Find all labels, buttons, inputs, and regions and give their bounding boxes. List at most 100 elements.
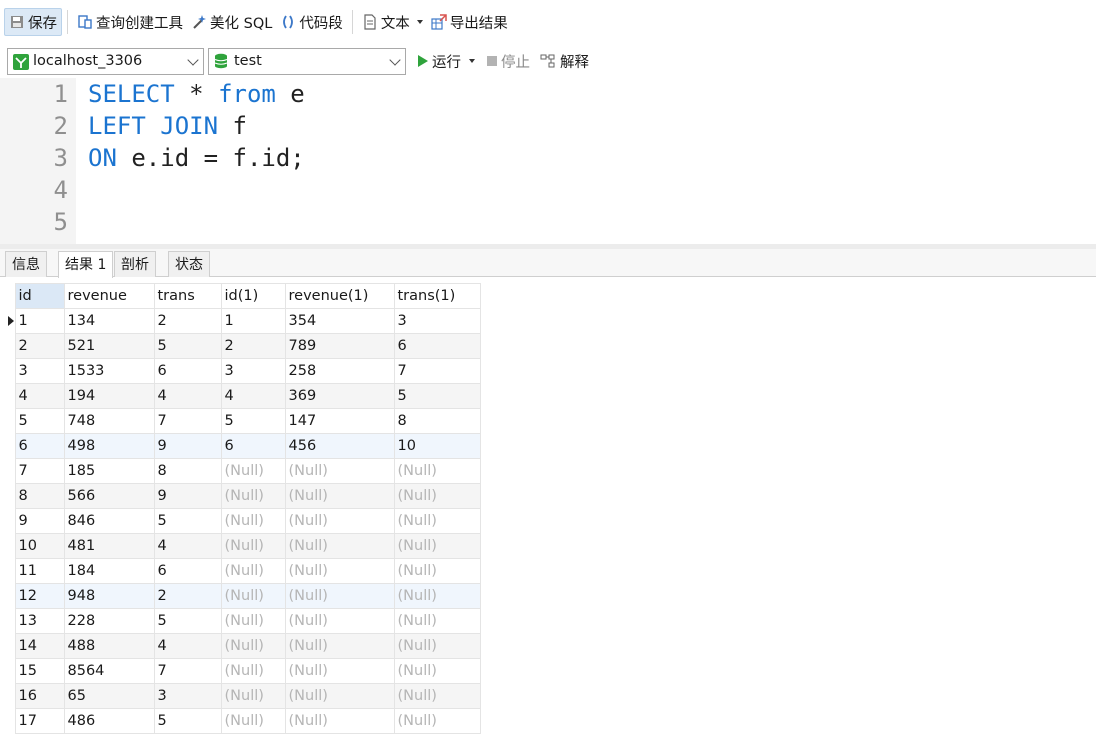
table-row[interactable]: 5 748 7 5 147 8 — [5, 408, 481, 434]
editor-line[interactable]: 5 — [0, 206, 1096, 238]
table-cell[interactable]: 1 — [220, 308, 286, 334]
table-cell[interactable]: 7 — [14, 458, 65, 484]
table-cell[interactable]: (Null) — [393, 533, 481, 559]
table-cell[interactable]: 6 — [14, 433, 65, 459]
table-cell[interactable]: 498 — [63, 433, 155, 459]
table-cell[interactable]: 488 — [63, 633, 155, 659]
editor-line[interactable]: 4 — [0, 174, 1096, 206]
table-cell[interactable]: 6 — [153, 558, 222, 584]
table-cell[interactable]: 3 — [393, 308, 481, 334]
table-cell[interactable]: 481 — [63, 533, 155, 559]
table-cell[interactable]: (Null) — [284, 533, 395, 559]
table-cell[interactable]: 2 — [153, 308, 222, 334]
code-snippet-button[interactable]: 代码段 — [276, 8, 347, 36]
table-cell[interactable]: 7 — [153, 408, 222, 434]
text-button[interactable]: 文本 — [358, 8, 427, 36]
table-cell[interactable]: (Null) — [393, 483, 481, 509]
table-cell[interactable]: (Null) — [284, 508, 395, 534]
table-cell[interactable]: 6 — [220, 433, 286, 459]
table-cell[interactable]: (Null) — [284, 708, 395, 734]
table-cell[interactable]: 948 — [63, 583, 155, 609]
table-row[interactable]: 2 521 5 2 789 6 — [5, 333, 481, 359]
database-select[interactable]: test — [208, 47, 406, 75]
table-cell[interactable]: 5 — [153, 608, 222, 634]
table-cell[interactable]: (Null) — [393, 683, 481, 709]
table-cell[interactable]: 5 — [153, 508, 222, 534]
table-cell[interactable]: 846 — [63, 508, 155, 534]
connection-select[interactable]: localhost_3306 — [7, 47, 204, 75]
table-cell[interactable]: (Null) — [284, 583, 395, 609]
table-cell[interactable]: 566 — [63, 483, 155, 509]
tab-status[interactable]: 状态 — [168, 251, 210, 277]
table-cell[interactable]: 521 — [63, 333, 155, 359]
table-cell[interactable]: (Null) — [284, 658, 395, 684]
table-cell[interactable]: (Null) — [393, 608, 481, 634]
table-cell[interactable]: (Null) — [220, 458, 286, 484]
table-row[interactable]: 1 134 2 1 354 3 — [5, 308, 481, 334]
table-cell[interactable]: (Null) — [220, 583, 286, 609]
run-button[interactable]: 运行 — [418, 51, 475, 72]
table-cell[interactable]: 228 — [63, 608, 155, 634]
tab-info[interactable]: 信息 — [5, 251, 47, 277]
save-button[interactable]: 保存 — [4, 8, 62, 36]
table-cell[interactable]: (Null) — [393, 458, 481, 484]
table-row[interactable]: 12 948 2 (Null) (Null) (Null) — [5, 583, 481, 609]
table-cell[interactable]: 16 — [14, 683, 65, 709]
table-cell[interactable]: 789 — [284, 333, 395, 359]
table-row[interactable]: 14 488 4 (Null) (Null) (Null) — [5, 633, 481, 659]
table-cell[interactable]: 7 — [393, 358, 481, 384]
table-cell[interactable]: 13 — [14, 608, 65, 634]
table-cell[interactable]: 4 — [153, 633, 222, 659]
table-cell[interactable]: 5 — [153, 333, 222, 359]
table-cell[interactable]: 7 — [153, 658, 222, 684]
table-row[interactable]: 3 1533 6 3 258 7 — [5, 358, 481, 384]
table-cell[interactable]: 748 — [63, 408, 155, 434]
table-row[interactable]: 10 481 4 (Null) (Null) (Null) — [5, 533, 481, 559]
table-cell[interactable]: 1 — [14, 308, 65, 334]
tab-profile[interactable]: 剖析 — [114, 251, 156, 277]
table-cell[interactable]: 2 — [153, 583, 222, 609]
column-header[interactable]: trans — [153, 283, 222, 309]
explain-button[interactable]: 解释 — [540, 51, 589, 72]
table-cell[interactable]: (Null) — [220, 508, 286, 534]
table-cell[interactable]: 9 — [153, 433, 222, 459]
column-header[interactable]: id(1) — [220, 283, 286, 309]
table-cell[interactable]: 10 — [393, 433, 481, 459]
table-cell[interactable]: 8564 — [63, 658, 155, 684]
table-cell[interactable]: 1533 — [63, 358, 155, 384]
table-cell[interactable]: (Null) — [393, 583, 481, 609]
table-cell[interactable]: (Null) — [284, 558, 395, 584]
table-cell[interactable]: 14 — [14, 633, 65, 659]
table-cell[interactable]: 17 — [14, 708, 65, 734]
table-cell[interactable]: (Null) — [393, 658, 481, 684]
table-cell[interactable]: 65 — [63, 683, 155, 709]
table-cell[interactable]: 3 — [14, 358, 65, 384]
export-results-button[interactable]: 导出结果 — [427, 8, 512, 36]
table-cell[interactable]: 4 — [14, 383, 65, 409]
table-cell[interactable]: 258 — [284, 358, 395, 384]
table-cell[interactable]: (Null) — [220, 558, 286, 584]
table-cell[interactable]: 185 — [63, 458, 155, 484]
table-cell[interactable]: 184 — [63, 558, 155, 584]
table-cell[interactable]: 15 — [14, 658, 65, 684]
table-cell[interactable]: 486 — [63, 708, 155, 734]
table-cell[interactable]: (Null) — [284, 683, 395, 709]
table-cell[interactable]: (Null) — [220, 633, 286, 659]
editor-line[interactable]: 1 SELECT * from e — [0, 78, 1096, 110]
table-cell[interactable]: 5 — [393, 383, 481, 409]
table-row[interactable]: 7 185 8 (Null) (Null) (Null) — [5, 458, 481, 484]
table-cell[interactable]: (Null) — [393, 633, 481, 659]
table-cell[interactable]: 8 — [153, 458, 222, 484]
table-row[interactable]: 9 846 5 (Null) (Null) (Null) — [5, 508, 481, 534]
table-cell[interactable]: 6 — [153, 358, 222, 384]
table-row[interactable]: 6 498 9 6 456 10 — [5, 433, 481, 459]
tab-result-1[interactable]: 结果 1 — [58, 251, 114, 278]
table-cell[interactable]: 369 — [284, 383, 395, 409]
table-cell[interactable]: 354 — [284, 308, 395, 334]
table-cell[interactable]: 4 — [153, 533, 222, 559]
result-grid[interactable]: id revenue trans id(1) revenue(1) trans(1) 11… — [5, 283, 481, 734]
column-header[interactable]: revenue(1) — [284, 283, 395, 309]
table-cell[interactable]: 147 — [284, 408, 395, 434]
table-cell[interactable]: (Null) — [393, 558, 481, 584]
table-cell[interactable]: (Null) — [284, 633, 395, 659]
